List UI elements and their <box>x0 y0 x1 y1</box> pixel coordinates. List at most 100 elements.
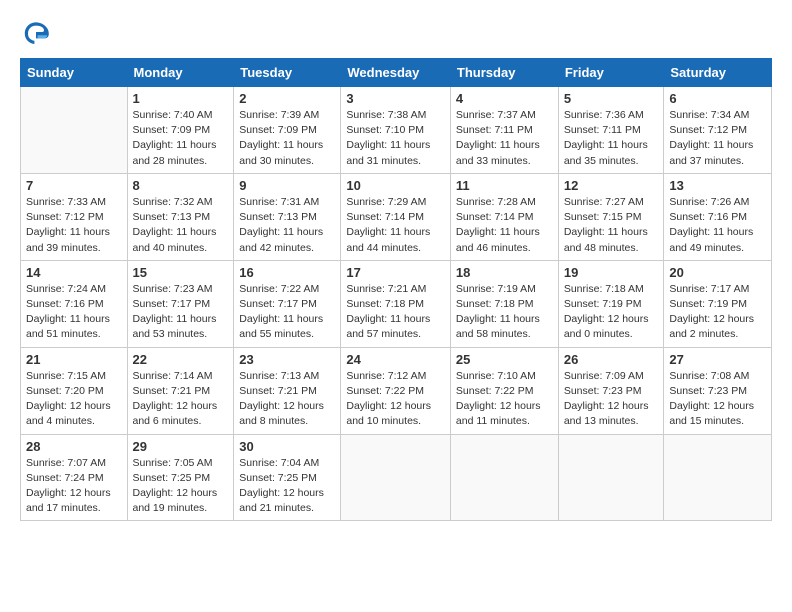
day-number: 10 <box>346 178 445 193</box>
day-info: Sunrise: 7:23 AMSunset: 7:17 PMDaylight:… <box>133 282 229 343</box>
day-info: Sunrise: 7:38 AMSunset: 7:10 PMDaylight:… <box>346 108 445 169</box>
day-info: Sunrise: 7:24 AMSunset: 7:16 PMDaylight:… <box>26 282 122 343</box>
calendar-cell-w1d2: 9 Sunrise: 7:31 AMSunset: 7:13 PMDaylight… <box>234 173 341 260</box>
day-info: Sunrise: 7:09 AMSunset: 7:23 PMDaylight:… <box>564 369 659 430</box>
calendar-cell-w4d5 <box>558 434 664 521</box>
calendar-header-thursday: Thursday <box>450 59 558 87</box>
day-number: 29 <box>133 439 229 454</box>
calendar-cell-w4d3 <box>341 434 451 521</box>
day-info: Sunrise: 7:26 AMSunset: 7:16 PMDaylight:… <box>669 195 766 256</box>
day-number: 4 <box>456 91 553 106</box>
day-number: 26 <box>564 352 659 367</box>
logo <box>20 16 56 48</box>
calendar-cell-w1d4: 11Sunrise: 7:28 AMSunset: 7:14 PMDayligh… <box>450 173 558 260</box>
calendar-week-row-3: 21 Sunrise: 7:15 AMSunset: 7:20 PMDayligh… <box>21 347 772 434</box>
day-number: 17 <box>346 265 445 280</box>
calendar-cell-w0d1: 1Sunrise: 7:40 AMSunset: 7:09 PMDaylight… <box>127 87 234 174</box>
calendar-cell-w2d5: 19Sunrise: 7:18 AMSunset: 7:19 PMDayligh… <box>558 260 664 347</box>
calendar-cell-w3d4: 25 Sunrise: 7:10 AMSunset: 7:22 PMDayligh… <box>450 347 558 434</box>
day-number: 9 <box>239 178 335 193</box>
calendar-cell-w2d4: 18 Sunrise: 7:19 AMSunset: 7:18 PMDayligh… <box>450 260 558 347</box>
day-info: Sunrise: 7:31 AMSunset: 7:13 PMDaylight:… <box>239 195 335 256</box>
calendar-cell-w2d1: 15 Sunrise: 7:23 AMSunset: 7:17 PMDayligh… <box>127 260 234 347</box>
day-number: 3 <box>346 91 445 106</box>
day-info: Sunrise: 7:15 AMSunset: 7:20 PMDaylight:… <box>26 369 122 430</box>
calendar-cell-w3d6: 27 Sunrise: 7:08 AMSunset: 7:23 PMDayligh… <box>664 347 772 434</box>
calendar-cell-w0d2: 2 Sunrise: 7:39 AMSunset: 7:09 PMDaylight… <box>234 87 341 174</box>
calendar-cell-w4d0: 28 Sunrise: 7:07 AMSunset: 7:24 PMDayligh… <box>21 434 128 521</box>
calendar-header-friday: Friday <box>558 59 664 87</box>
calendar-cell-w0d6: 6 Sunrise: 7:34 AMSunset: 7:12 PMDaylight… <box>664 87 772 174</box>
day-number: 5 <box>564 91 659 106</box>
day-number: 2 <box>239 91 335 106</box>
day-number: 14 <box>26 265 122 280</box>
day-info: Sunrise: 7:04 AMSunset: 7:25 PMDaylight:… <box>239 456 335 517</box>
day-info: Sunrise: 7:37 AMSunset: 7:11 PMDaylight:… <box>456 108 553 169</box>
calendar-cell-w4d2: 30 Sunrise: 7:04 AMSunset: 7:25 PMDayligh… <box>234 434 341 521</box>
day-number: 28 <box>26 439 122 454</box>
calendar-week-row-2: 14 Sunrise: 7:24 AMSunset: 7:16 PMDayligh… <box>21 260 772 347</box>
calendar-header-wednesday: Wednesday <box>341 59 451 87</box>
day-info: Sunrise: 7:21 AMSunset: 7:18 PMDaylight:… <box>346 282 445 343</box>
day-info: Sunrise: 7:07 AMSunset: 7:24 PMDaylight:… <box>26 456 122 517</box>
day-number: 15 <box>133 265 229 280</box>
day-number: 20 <box>669 265 766 280</box>
day-number: 6 <box>669 91 766 106</box>
calendar-cell-w3d5: 26 Sunrise: 7:09 AMSunset: 7:23 PMDayligh… <box>558 347 664 434</box>
day-info: Sunrise: 7:39 AMSunset: 7:09 PMDaylight:… <box>239 108 335 169</box>
calendar-cell-w0d4: 4 Sunrise: 7:37 AMSunset: 7:11 PMDaylight… <box>450 87 558 174</box>
calendar-cell-w4d4 <box>450 434 558 521</box>
day-number: 8 <box>133 178 229 193</box>
day-number: 16 <box>239 265 335 280</box>
day-info: Sunrise: 7:29 AMSunset: 7:14 PMDaylight:… <box>346 195 445 256</box>
calendar-cell-w2d6: 20 Sunrise: 7:17 AMSunset: 7:19 PMDayligh… <box>664 260 772 347</box>
day-info: Sunrise: 7:14 AMSunset: 7:21 PMDaylight:… <box>133 369 229 430</box>
calendar-week-row-1: 7 Sunrise: 7:33 AMSunset: 7:12 PMDaylight… <box>21 173 772 260</box>
calendar-cell-w1d0: 7 Sunrise: 7:33 AMSunset: 7:12 PMDaylight… <box>21 173 128 260</box>
day-number: 22 <box>133 352 229 367</box>
day-number: 18 <box>456 265 553 280</box>
calendar-week-row-4: 28 Sunrise: 7:07 AMSunset: 7:24 PMDayligh… <box>21 434 772 521</box>
day-number: 11 <box>456 178 553 193</box>
header <box>20 16 772 48</box>
calendar-cell-w3d2: 23Sunrise: 7:13 AMSunset: 7:21 PMDayligh… <box>234 347 341 434</box>
calendar-cell-w0d5: 5 Sunrise: 7:36 AMSunset: 7:11 PMDaylight… <box>558 87 664 174</box>
calendar-cell-w3d1: 22 Sunrise: 7:14 AMSunset: 7:21 PMDayligh… <box>127 347 234 434</box>
calendar-table: SundayMondayTuesdayWednesdayThursdayFrid… <box>20 58 772 521</box>
day-info: Sunrise: 7:18 AMSunset: 7:19 PMDaylight:… <box>564 282 659 343</box>
day-number: 13 <box>669 178 766 193</box>
calendar-cell-w3d3: 24 Sunrise: 7:12 AMSunset: 7:22 PMDayligh… <box>341 347 451 434</box>
calendar-header-sunday: Sunday <box>21 59 128 87</box>
day-info: Sunrise: 7:17 AMSunset: 7:19 PMDaylight:… <box>669 282 766 343</box>
calendar-cell-w0d3: 3 Sunrise: 7:38 AMSunset: 7:10 PMDaylight… <box>341 87 451 174</box>
day-info: Sunrise: 7:10 AMSunset: 7:22 PMDaylight:… <box>456 369 553 430</box>
day-number: 24 <box>346 352 445 367</box>
calendar-cell-w4d1: 29 Sunrise: 7:05 AMSunset: 7:25 PMDayligh… <box>127 434 234 521</box>
calendar-header-saturday: Saturday <box>664 59 772 87</box>
day-number: 30 <box>239 439 335 454</box>
calendar-cell-w1d3: 10 Sunrise: 7:29 AMSunset: 7:14 PMDayligh… <box>341 173 451 260</box>
logo-icon <box>20 16 52 48</box>
calendar-week-row-0: 1Sunrise: 7:40 AMSunset: 7:09 PMDaylight… <box>21 87 772 174</box>
calendar-cell-w2d0: 14 Sunrise: 7:24 AMSunset: 7:16 PMDayligh… <box>21 260 128 347</box>
day-info: Sunrise: 7:34 AMSunset: 7:12 PMDaylight:… <box>669 108 766 169</box>
day-info: Sunrise: 7:22 AMSunset: 7:17 PMDaylight:… <box>239 282 335 343</box>
day-info: Sunrise: 7:36 AMSunset: 7:11 PMDaylight:… <box>564 108 659 169</box>
day-number: 25 <box>456 352 553 367</box>
day-number: 27 <box>669 352 766 367</box>
day-info: Sunrise: 7:19 AMSunset: 7:18 PMDaylight:… <box>456 282 553 343</box>
day-number: 7 <box>26 178 122 193</box>
calendar-cell-w1d6: 13 Sunrise: 7:26 AMSunset: 7:16 PMDayligh… <box>664 173 772 260</box>
day-info: Sunrise: 7:08 AMSunset: 7:23 PMDaylight:… <box>669 369 766 430</box>
day-info: Sunrise: 7:40 AMSunset: 7:09 PMDaylight:… <box>133 108 229 169</box>
day-number: 21 <box>26 352 122 367</box>
calendar-cell-w4d6 <box>664 434 772 521</box>
day-info: Sunrise: 7:33 AMSunset: 7:12 PMDaylight:… <box>26 195 122 256</box>
day-info: Sunrise: 7:27 AMSunset: 7:15 PMDaylight:… <box>564 195 659 256</box>
calendar-cell-w1d5: 12Sunrise: 7:27 AMSunset: 7:15 PMDayligh… <box>558 173 664 260</box>
day-info: Sunrise: 7:05 AMSunset: 7:25 PMDaylight:… <box>133 456 229 517</box>
day-number: 23 <box>239 352 335 367</box>
calendar-header-monday: Monday <box>127 59 234 87</box>
day-info: Sunrise: 7:12 AMSunset: 7:22 PMDaylight:… <box>346 369 445 430</box>
calendar-cell-w2d2: 16 Sunrise: 7:22 AMSunset: 7:17 PMDayligh… <box>234 260 341 347</box>
